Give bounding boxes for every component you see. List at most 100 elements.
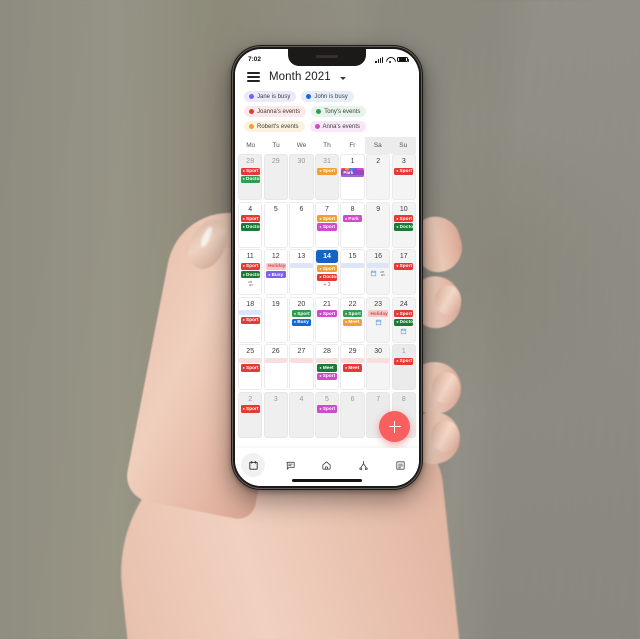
event-pill[interactable]: ●Sport xyxy=(317,405,337,413)
event-pill[interactable]: ●Doctor xyxy=(317,273,337,281)
calendar-day-cell[interactable]: 8 ●Park xyxy=(340,201,365,248)
event-pill[interactable]: ●Sport xyxy=(240,167,260,175)
event-pill[interactable]: ●Doctor xyxy=(240,223,260,231)
multi-day-event-band[interactable] xyxy=(239,357,262,363)
legend-chip[interactable]: Robert's events xyxy=(244,121,305,132)
calendar-day-cell[interactable]: 22 ●Sport ●Meet xyxy=(340,296,365,343)
calendar-day-cell[interactable]: 21 ●Sport xyxy=(314,296,340,343)
event-pill[interactable]: ●Sport xyxy=(317,215,337,223)
calendar-day-cell[interactable]: 9 xyxy=(365,201,391,248)
calendar-day-cell[interactable]: 31 ●Sport xyxy=(314,154,340,200)
calendar-day-cell[interactable]: 16 xyxy=(365,249,391,296)
calendar-day-cell[interactable]: 1 ●Sport xyxy=(391,344,416,391)
calendar-day-cell[interactable]: 28 ●Sport ●Doctor xyxy=(238,154,263,200)
event-pill[interactable]: ●Meet xyxy=(342,364,363,372)
event-pill[interactable]: ●Meet xyxy=(317,364,337,372)
event-pill[interactable]: ●Busy xyxy=(291,318,312,326)
calendar-day-cell[interactable]: 17 ●Sport xyxy=(391,249,416,296)
calendar-day-cell[interactable]: 30 xyxy=(365,344,391,391)
calendar-day-cell[interactable]: 4 xyxy=(289,391,314,438)
calendar-day-cell[interactable]: 3 ●Sport xyxy=(391,154,416,200)
nav-chat-button[interactable] xyxy=(278,453,302,477)
calendar-day-cell[interactable]: 25 ●Sport xyxy=(238,344,263,391)
multi-day-event-band[interactable] xyxy=(341,262,364,268)
multi-day-event-band[interactable] xyxy=(341,357,364,363)
event-pill[interactable]: ●Meet xyxy=(342,318,363,326)
calendar-day-cell[interactable]: 10 ●Sport ●Doctor xyxy=(391,201,416,248)
legend-chip[interactable]: Jane is busy xyxy=(244,91,297,102)
legend-chip[interactable]: John is busy xyxy=(301,91,354,102)
calendar-day-cell[interactable]: 20 ●Sport ●Busy xyxy=(289,296,314,343)
calendar-day-cell[interactable]: 15 xyxy=(340,249,365,296)
add-event-fab[interactable] xyxy=(379,411,410,442)
event-pill[interactable]: ●Doctor xyxy=(394,223,414,231)
event-pill[interactable]: ●Doctor xyxy=(240,271,260,279)
calendar-day-cell[interactable]: 1 Park xyxy=(340,154,365,200)
calendar-day-cell[interactable]: 6 xyxy=(289,201,314,248)
calendar-day-cell[interactable]: 13 xyxy=(289,249,314,296)
calendar-day-cell[interactable]: 6 xyxy=(340,391,365,438)
multi-day-event-band[interactable] xyxy=(366,357,390,363)
calendar-day-cell[interactable]: 23 Holidays xyxy=(365,296,391,343)
calendar-day-cell[interactable]: 11 ●Sport ●Doctor xyxy=(238,249,263,296)
event-pill[interactable]: Holidays xyxy=(266,262,286,270)
multi-day-event-band[interactable] xyxy=(366,262,390,268)
multi-day-event-band[interactable] xyxy=(315,357,339,363)
event-pill[interactable]: ●Sport xyxy=(240,364,260,372)
multi-day-event-band[interactable] xyxy=(290,262,313,268)
legend-chip[interactable]: Tony's events xyxy=(311,106,367,117)
calendar-day-cell[interactable]: 24 ●Sport ●Doctor xyxy=(391,296,416,343)
calendar-day-cell[interactable]: 29 xyxy=(263,154,288,200)
event-pill[interactable]: ●Sport xyxy=(240,215,260,223)
event-pill[interactable]: ●Sport xyxy=(317,167,337,175)
event-pill[interactable]: ●Sport xyxy=(291,310,312,318)
event-pill[interactable]: ●Doctor xyxy=(394,318,414,326)
calendar-day-cell[interactable]: 28 ●Meet ●Sport xyxy=(314,344,340,391)
calendar-day-cell[interactable]: 5 ●Sport xyxy=(314,391,340,438)
event-pill[interactable]: ●Sport xyxy=(240,262,260,270)
calendar-day-cell[interactable]: 2 ●Sport xyxy=(238,391,263,438)
nav-home-button[interactable] xyxy=(315,453,339,477)
calendar-day-cell[interactable]: 19 xyxy=(263,296,288,343)
event-pill[interactable]: ●Doctor xyxy=(240,175,260,184)
nav-calendar-button[interactable] xyxy=(241,453,266,477)
event-pill[interactable]: Park xyxy=(341,169,364,177)
event-pill[interactable]: ●Park xyxy=(342,215,363,223)
event-pill[interactable]: ●Sport xyxy=(317,372,337,380)
event-pill[interactable]: ●Sport xyxy=(394,167,414,175)
multi-day-event-band[interactable] xyxy=(264,357,287,363)
home-indicator[interactable] xyxy=(292,479,362,482)
event-pill[interactable]: ●Sport xyxy=(342,310,363,318)
calendar-day-cell[interactable]: 26 xyxy=(263,344,288,391)
event-pill[interactable]: ●Sport xyxy=(317,265,337,273)
event-pill[interactable]: ●Sport xyxy=(317,310,337,318)
event-pill[interactable]: ●Busy xyxy=(266,271,286,279)
event-pill[interactable]: ●Sport xyxy=(240,405,260,413)
calendar-day-cell[interactable]: 2 xyxy=(365,154,391,200)
calendar-day-cell[interactable]: 18 ●Sport xyxy=(238,296,263,343)
calendar-day-cell[interactable]: 27 xyxy=(289,344,314,391)
calendar-day-cell[interactable]: 4 ●Sport ●Doctor xyxy=(238,201,263,248)
nav-hierarchy-button[interactable] xyxy=(352,453,376,477)
calendar-day-cell[interactable]: 7 ●Sport ●Sport xyxy=(314,201,340,248)
legend-chip[interactable]: Anna's events xyxy=(309,121,367,132)
event-pill[interactable]: ●Sport xyxy=(394,357,414,366)
calendar-day-cell[interactable]: 5 xyxy=(263,201,288,248)
more-events-label[interactable]: + 3 xyxy=(317,282,336,288)
calendar-day-cell[interactable]: 30 xyxy=(289,154,314,200)
event-pill[interactable]: ●Sport xyxy=(394,262,414,270)
nav-list-button[interactable] xyxy=(389,453,413,477)
multi-day-event-band[interactable] xyxy=(239,310,262,316)
event-pill[interactable]: ●Sport xyxy=(317,223,337,231)
event-pill[interactable]: ●Sport xyxy=(394,310,414,318)
calendar-day-cell[interactable]: 14 ●Sport ●Doctor + 3 xyxy=(314,249,340,296)
event-pill[interactable]: Holidays xyxy=(368,310,388,318)
calendar-day-cell[interactable]: 29 ●Meet xyxy=(340,344,365,391)
chevron-down-icon[interactable] xyxy=(339,76,346,80)
calendar-day-cell[interactable]: 12 Holidays ●Busy xyxy=(263,249,288,296)
multi-day-event-band[interactable] xyxy=(290,357,313,363)
legend-chip[interactable]: Joanna's events xyxy=(244,106,307,117)
calendar-day-cell[interactable]: 3 xyxy=(263,391,288,438)
hamburger-menu-icon[interactable] xyxy=(247,72,260,82)
event-pill[interactable]: ●Sport xyxy=(394,215,414,223)
